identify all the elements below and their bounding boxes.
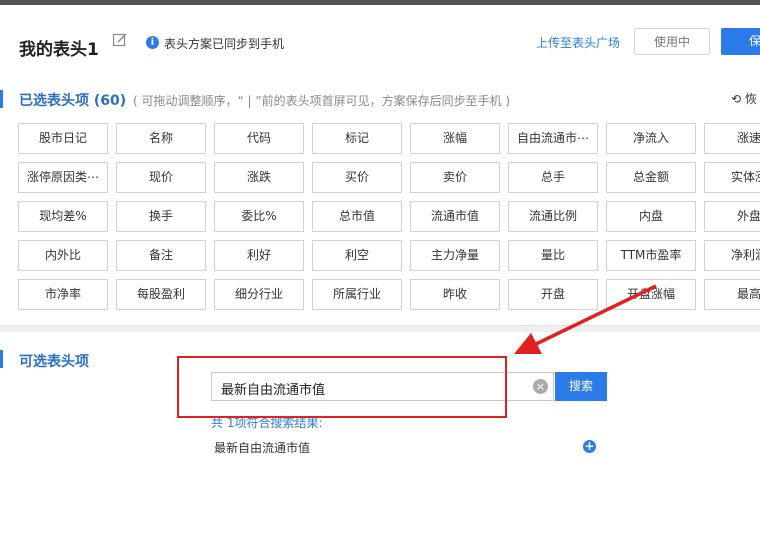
upload-to-square-link[interactable]: 上传至表头广场 — [536, 34, 620, 51]
column-tag[interactable]: 现价 — [116, 162, 206, 193]
column-tag[interactable]: 总手 — [508, 162, 598, 193]
column-tag[interactable]: 净流入 — [606, 123, 696, 154]
column-tag[interactable]: 细分行业 — [214, 279, 304, 310]
clear-icon[interactable]: × — [533, 379, 548, 394]
column-tag[interactable]: 主力净量 — [410, 240, 500, 271]
column-tag[interactable]: 昨收 — [410, 279, 500, 310]
column-tag[interactable]: 买价 — [312, 162, 402, 193]
column-tag[interactable]: 流通比例 — [508, 201, 598, 232]
restore-label: 恢 — [744, 92, 757, 106]
column-tag[interactable]: 标记 — [312, 123, 402, 154]
optional-columns-title: 可选表头项 — [19, 354, 89, 370]
column-tag[interactable]: 现均差% — [18, 201, 108, 232]
page-title: 我的表头1 — [19, 40, 99, 60]
selected-columns-hint: ( 可拖动调整顺序，“ | ”前的表头项首屏可见，方案保存后同步至手机 ) — [133, 94, 511, 108]
column-tag[interactable]: 开盘涨幅 — [606, 279, 696, 310]
column-tag[interactable]: 实体涨 — [704, 162, 760, 193]
column-tag[interactable]: 涨停原因类⋯ — [18, 162, 108, 193]
column-tag[interactable]: 最高 — [704, 279, 760, 310]
column-tag[interactable]: 涨幅 — [410, 123, 500, 154]
undo-icon: ⟲ — [731, 92, 742, 106]
section-marker — [0, 90, 3, 108]
edit-icon[interactable] — [112, 32, 128, 48]
column-tag[interactable]: 利好 — [214, 240, 304, 271]
selected-columns-panel: 已选表头项 (60) ( 可拖动调整顺序，“ | ”前的表头项首屏可见，方案保存… — [0, 73, 760, 326]
annotation-highlight-box — [177, 356, 507, 418]
search-result-item[interactable]: 最新自由流通市值 — [214, 439, 310, 456]
column-tag[interactable]: 开盘 — [508, 279, 598, 310]
info-icon: i — [146, 36, 159, 49]
column-tag[interactable]: 流通市值 — [410, 201, 500, 232]
column-tag[interactable]: 利空 — [312, 240, 402, 271]
column-tag[interactable]: 名称 — [116, 123, 206, 154]
column-tag[interactable]: 市净率 — [18, 279, 108, 310]
column-tag[interactable]: 外盘 — [704, 201, 760, 232]
column-tag[interactable]: 备注 — [116, 240, 206, 271]
column-tag[interactable]: 代码 — [214, 123, 304, 154]
column-tag[interactable]: 卖价 — [410, 162, 500, 193]
column-tag[interactable]: 总金额 — [606, 162, 696, 193]
column-tag[interactable]: 委比% — [214, 201, 304, 232]
restore-button[interactable]: ⟲ 恢 — [731, 90, 757, 107]
column-tag[interactable]: 股市日记 — [18, 123, 108, 154]
column-tag[interactable]: 量比 — [508, 240, 598, 271]
column-tag[interactable]: 内外比 — [18, 240, 108, 271]
selected-columns-title: 已选表头项 (60) — [19, 93, 127, 109]
header-bar: 我的表头1 i 表头方案已同步到手机 上传至表头广场 使用中 保 — [0, 5, 760, 74]
in-use-button[interactable]: 使用中 — [634, 28, 710, 55]
column-tag[interactable]: 换手 — [116, 201, 206, 232]
column-tag[interactable]: 总市值 — [312, 201, 402, 232]
column-tag[interactable]: 每股盈利 — [116, 279, 206, 310]
search-button[interactable]: 搜索 — [555, 372, 607, 401]
column-tag[interactable]: TTM市盈率 — [606, 240, 696, 271]
column-tag[interactable]: 所属行业 — [312, 279, 402, 310]
column-tag[interactable]: 净利润 — [704, 240, 760, 271]
sync-status-text: 表头方案已同步到手机 — [164, 37, 285, 51]
add-icon[interactable]: + — [583, 440, 596, 453]
column-tag[interactable]: 自由流通市⋯ — [508, 123, 598, 154]
column-tag[interactable]: 涨速 — [704, 123, 760, 154]
save-button[interactable]: 保 — [721, 28, 760, 55]
column-tag[interactable]: 内盘 — [606, 201, 696, 232]
column-tag[interactable]: 涨跌 — [214, 162, 304, 193]
section-marker — [0, 350, 3, 368]
